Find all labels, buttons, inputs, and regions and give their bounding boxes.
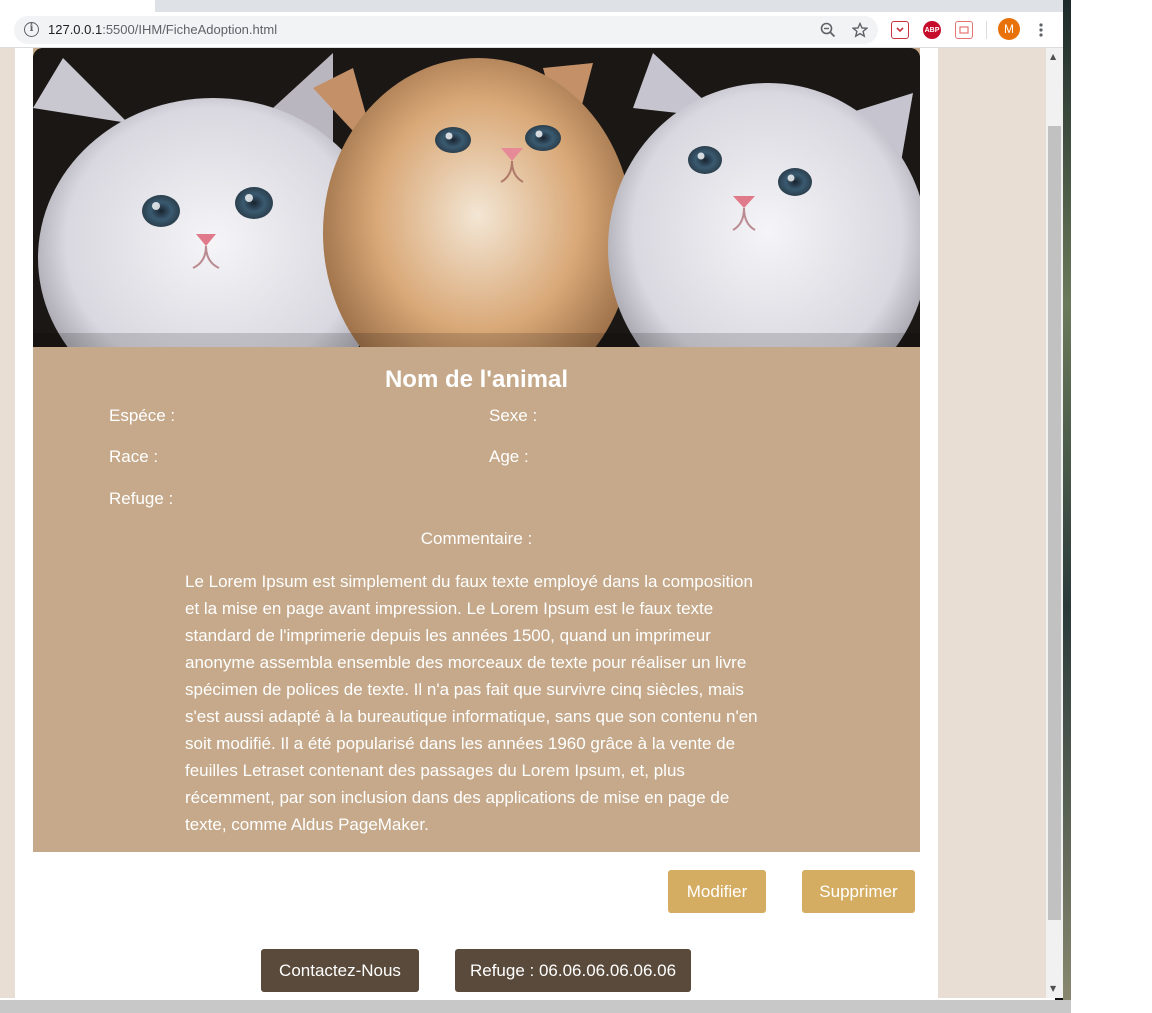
toolbar-divider: [986, 21, 987, 39]
vertical-scrollbar[interactable]: ▲ ▼: [1046, 48, 1063, 998]
info-icon[interactable]: i: [24, 22, 39, 37]
delete-button[interactable]: Supprimer: [802, 870, 915, 913]
scroll-down-arrow-icon[interactable]: ▼: [1050, 984, 1056, 993]
scroll-up-arrow-icon[interactable]: ▲: [1050, 52, 1056, 61]
address-bar[interactable]: i 127.0.0.1:5500/IHM/FicheAdoption.html: [14, 16, 878, 44]
tab-strip: [0, 0, 1063, 12]
scrollbar-thumb[interactable]: [1048, 126, 1061, 920]
species-label: Espéce :: [109, 406, 176, 425]
desktop-background: [1063, 0, 1071, 1013]
url-host: 127.0.0.1: [48, 22, 103, 37]
profile-avatar[interactable]: M: [998, 18, 1020, 40]
pocket-extension-icon[interactable]: [891, 21, 909, 39]
animal-name: Nom de l'animal: [384, 366, 569, 393]
zoom-out-icon[interactable]: [817, 19, 839, 41]
adblock-plus-icon[interactable]: ABP: [923, 21, 941, 39]
extension-icon[interactable]: [955, 21, 973, 39]
adoption-card: Nom de l'animal Espéce : Sexe : Race : A…: [33, 48, 920, 852]
url-text[interactable]: 127.0.0.1:5500/IHM/FicheAdoption.html: [48, 22, 277, 37]
sex-label: Sexe :: [489, 406, 538, 425]
adblock-plus-label: ABP: [924, 26, 940, 34]
contact-button[interactable]: Contactez-Nous: [261, 949, 419, 992]
bookmark-star-icon[interactable]: [849, 19, 871, 41]
shelter-label: Refuge :: [109, 489, 174, 508]
active-tab[interactable]: [0, 0, 155, 12]
edit-button[interactable]: Modifier: [668, 870, 766, 913]
taskbar-edge: [0, 1000, 1071, 1013]
age-label: Age :: [489, 447, 529, 466]
browser-toolbar: i 127.0.0.1:5500/IHM/FicheAdoption.html …: [0, 12, 1063, 48]
shelter-phone-button[interactable]: Refuge : 06.06.06.06.06.06: [455, 949, 691, 992]
page-viewport: Nom de l'animal Espéce : Sexe : Race : A…: [0, 48, 1046, 998]
kittens-photo: [33, 48, 920, 347]
breed-label: Race :: [109, 447, 159, 466]
comment-text: Le Lorem Ipsum est simplement du faux te…: [185, 572, 758, 834]
more-menu-icon[interactable]: [1030, 19, 1052, 41]
comment-label: Commentaire :: [420, 529, 533, 548]
url-path: :5500/IHM/FicheAdoption.html: [102, 22, 278, 37]
page-container: Nom de l'animal Espéce : Sexe : Race : A…: [15, 48, 938, 998]
